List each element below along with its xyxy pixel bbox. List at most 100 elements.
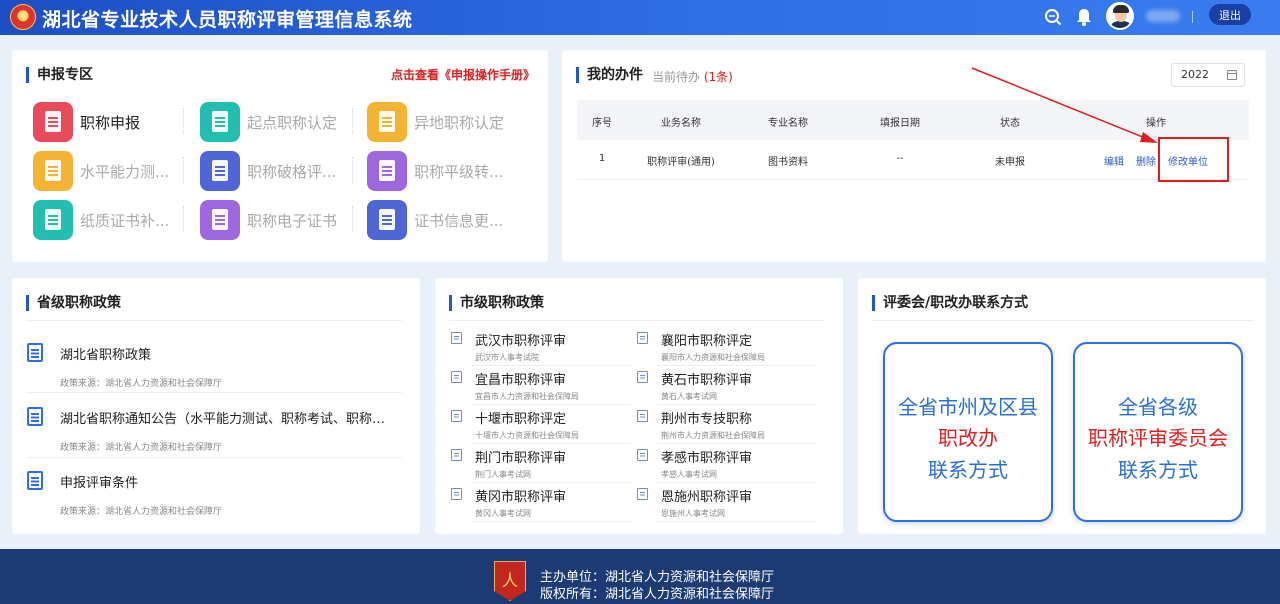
divider <box>872 320 1252 321</box>
contact-line: 联系方式 <box>1118 458 1198 482</box>
delete-link[interactable]: 删除 <box>1136 153 1156 168</box>
city-policy-source: 荆门人事考试网 <box>475 470 531 479</box>
check-icon <box>200 102 240 142</box>
emblem-icon <box>10 4 36 30</box>
city-policy-source: 襄阳市人力资源和社会保障局 <box>661 353 765 362</box>
contact-line: 职称评审委员会 <box>1088 426 1228 450</box>
pending-number: (1条) <box>703 70 733 84</box>
divider <box>26 320 402 321</box>
divider <box>449 320 825 321</box>
certificate-icon <box>33 200 73 240</box>
row-business: 职称评审(通用) <box>647 157 715 168</box>
city-policy-source: 荆州市人力资源和社会保障局 <box>661 431 765 440</box>
column-header: 操作 <box>1146 118 1166 129</box>
city-policy-source: 黄冈人事考试网 <box>475 509 531 518</box>
year-picker[interactable]: 2022 <box>1171 63 1245 87</box>
apply-item-label: 职称申报 <box>80 113 141 132</box>
column-header: 业务名称 <box>661 118 701 129</box>
edit-icon <box>33 151 73 191</box>
divider <box>471 404 631 405</box>
search-icon[interactable] <box>1042 6 1064 28</box>
city-policy-name[interactable]: 襄阳市职称评定 <box>661 330 752 349</box>
apply-item[interactable]: 证书信息更... <box>367 198 517 242</box>
apply-item[interactable]: 异地职称认定 <box>367 100 517 144</box>
apply-item-label: 水平能力测... <box>80 162 170 181</box>
pending-count: 当前待办 (1条) <box>652 68 733 85</box>
apply-item-label: 职称平级转... <box>414 162 504 181</box>
city-policy-name[interactable]: 恩施州职称评审 <box>661 486 752 505</box>
policy-title[interactable]: 湖北省职称政策 <box>60 344 390 363</box>
city-policy-name[interactable]: 黄冈市职称评审 <box>475 486 566 505</box>
divider <box>657 365 817 366</box>
city-policy-name[interactable]: 荆门市职称评审 <box>475 447 566 466</box>
contact-card-committee[interactable]: 全省各级 职称评审委员会 联系方式 <box>1073 342 1243 522</box>
city-policy-source: 孝感人事考试网 <box>661 470 717 479</box>
contact-line: 全省市州及区县 <box>898 395 1038 419</box>
apply-item[interactable]: 职称电子证书 <box>200 198 350 242</box>
apply-item-label: 证书信息更... <box>414 211 504 230</box>
city-policy-name[interactable]: 孝感市职称评审 <box>661 447 752 466</box>
document-icon <box>451 488 462 500</box>
divider <box>657 482 817 483</box>
refresh-icon <box>367 200 407 240</box>
city-policy-source: 恩施州人事考试网 <box>661 509 725 518</box>
document-icon <box>637 449 648 461</box>
apply-item[interactable]: 职称申报 <box>33 100 183 144</box>
document-icon <box>451 410 462 422</box>
divider <box>471 365 631 366</box>
city-policy-name[interactable]: 武汉市职称评审 <box>475 330 566 349</box>
document-icon <box>637 332 648 344</box>
divider <box>471 443 631 444</box>
contact-line: 全省各级 <box>1118 395 1198 419</box>
province-policy-panel <box>12 278 420 534</box>
system-title: 湖北省专业技术人员职称评审管理信息系统 <box>42 9 413 31</box>
edit-link[interactable]: 编辑 <box>1104 153 1124 168</box>
pending-label: 当前待办 <box>652 70 701 84</box>
city-policy-source: 黄石人事考试网 <box>661 392 717 401</box>
divider <box>657 404 817 405</box>
city-policy-source: 宜昌市人力资源和社会保障局 <box>475 392 579 401</box>
city-policy-title: 市级职称政策 <box>449 295 544 311</box>
divider <box>183 206 184 232</box>
row-date: -- <box>896 153 904 164</box>
document-icon <box>27 471 43 490</box>
footer-copyright: 版权所有：湖北省人力资源和社会保障厅 <box>540 587 775 602</box>
apply-item[interactable]: 职称平级转... <box>367 149 517 193</box>
city-policy-name[interactable]: 十堰市职称评定 <box>475 408 566 427</box>
document-icon <box>27 407 43 426</box>
cabinet-icon <box>200 151 240 191</box>
apply-item-label: 纸质证书补... <box>80 211 170 230</box>
policy-source: 政策来源：湖北省人力资源和社会保障厅 <box>60 443 223 453</box>
column-header: 序号 <box>592 118 612 129</box>
contact-card-city[interactable]: 全省市州及区县 职改办 联系方式 <box>883 342 1053 522</box>
apply-item[interactable]: 水平能力测... <box>33 149 183 193</box>
province-policy-title: 省级职称政策 <box>26 295 121 311</box>
document-icon <box>451 449 462 461</box>
policy-title[interactable]: 申报评审条件 <box>60 472 390 491</box>
row-divider <box>577 179 1249 180</box>
contact-line: 职改办 <box>938 426 998 450</box>
row-status: 未申报 <box>995 157 1025 168</box>
divider <box>352 108 353 134</box>
top-header: 湖北省专业技术人员职称评审管理信息系统 退出 <box>0 0 1280 35</box>
highlight-box <box>1158 137 1229 182</box>
divider <box>26 392 402 393</box>
city-policy-source: 十堰市人力资源和社会保障局 <box>475 431 579 440</box>
apply-item-label: 职称电子证书 <box>247 211 337 230</box>
apply-item[interactable]: 职称破格评... <box>200 149 350 193</box>
divider <box>183 157 184 183</box>
policy-title[interactable]: 湖北省职称通知公告（水平能力测试、职称考试、职称评审等） <box>60 408 390 427</box>
city-policy-name[interactable]: 宜昌市职称评审 <box>475 369 566 388</box>
bell-icon[interactable] <box>1073 6 1095 28</box>
apply-item[interactable]: 纸质证书补... <box>33 198 183 242</box>
avatar[interactable] <box>1106 2 1134 30</box>
divider <box>471 482 631 483</box>
manual-link[interactable]: 点击查看《申报操作手册》 <box>391 66 535 83</box>
apply-item-label: 异地职称认定 <box>414 113 504 132</box>
city-policy-name[interactable]: 荆州市专技职称 <box>661 408 752 427</box>
logout-button[interactable]: 退出 <box>1209 4 1251 25</box>
year-value: 2022 <box>1181 68 1209 81</box>
apply-item[interactable]: 起点职称认定 <box>200 100 350 144</box>
apply-item-label: 起点职称认定 <box>247 113 337 132</box>
city-policy-name[interactable]: 黄石市职称评审 <box>661 369 752 388</box>
